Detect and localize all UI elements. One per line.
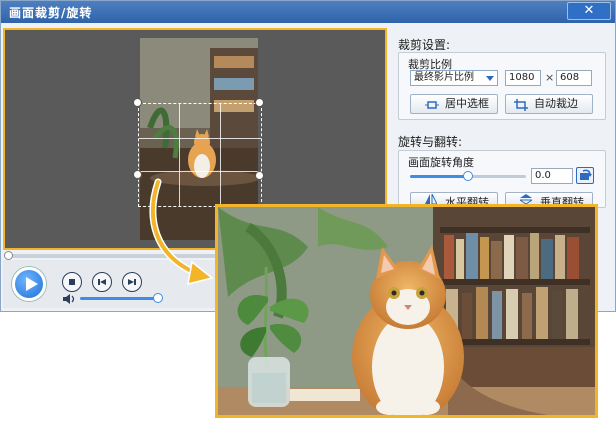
crop-grid-line (139, 171, 261, 173)
auto-crop-label: 自动裁边 (534, 97, 578, 110)
close-icon: ✕ (583, 3, 595, 18)
crop-height-value: 608 (560, 72, 580, 83)
crop-width-input[interactable]: 1080 (505, 70, 541, 86)
rotate-button[interactable] (576, 167, 594, 184)
auto-crop-button[interactable]: 自动裁边 (505, 94, 593, 114)
center-selection-label: 居中选框 (445, 97, 489, 110)
curved-arrow-icon (149, 178, 214, 286)
title-bar[interactable]: 画面裁剪/旋转 ✕ (1, 1, 615, 23)
crop-ratio-value: 最终影片比例 (414, 72, 474, 83)
next-icon (128, 279, 136, 285)
rotate-icon (580, 169, 592, 180)
volume-slider[interactable] (80, 297, 162, 300)
close-button[interactable]: ✕ (567, 2, 611, 20)
crop-grid-line (139, 137, 261, 139)
crop-width-value: 1080 (509, 72, 535, 83)
volume-icon[interactable] (62, 293, 76, 305)
horizontal-flip-icon (425, 194, 437, 204)
rotate-angle-thumb[interactable] (463, 171, 473, 181)
play-button[interactable] (12, 267, 46, 301)
previous-icon (98, 279, 106, 285)
crop-height-input[interactable]: 608 (556, 70, 592, 86)
center-frame-icon (425, 101, 439, 109)
cropped-cat-photo (218, 207, 595, 415)
volume-thumb[interactable] (152, 293, 163, 303)
play-icon (26, 277, 38, 291)
auto-crop-icon (514, 99, 528, 111)
previous-frame-button[interactable] (92, 272, 112, 292)
rotate-angle-label: 画面旋转角度 (408, 156, 474, 169)
center-selection-button[interactable]: 居中选框 (410, 94, 498, 114)
rotate-angle-value: 0.0 (535, 170, 551, 181)
stop-button[interactable] (62, 272, 82, 292)
times-icon: × (545, 71, 555, 84)
rotate-angle-input[interactable]: 0.0 (531, 168, 573, 184)
rotate-flip-title: 旋转与翻转: (398, 135, 463, 149)
crop-settings-title: 裁剪设置: (398, 38, 451, 52)
crop-ratio-select[interactable]: 最终影片比例 (410, 70, 498, 86)
cropped-result-preview (215, 204, 598, 418)
vertical-flip-icon (520, 194, 532, 204)
crop-handle-top-right[interactable] (255, 98, 264, 107)
chevron-down-icon (486, 76, 494, 81)
next-frame-button[interactable] (122, 272, 142, 292)
stop-icon (69, 279, 75, 285)
crop-handle-top-left[interactable] (133, 98, 142, 107)
seek-thumb[interactable] (4, 251, 13, 260)
window-title: 画面裁剪/旋转 (9, 6, 93, 20)
crop-handle-mid-right[interactable] (255, 171, 264, 180)
